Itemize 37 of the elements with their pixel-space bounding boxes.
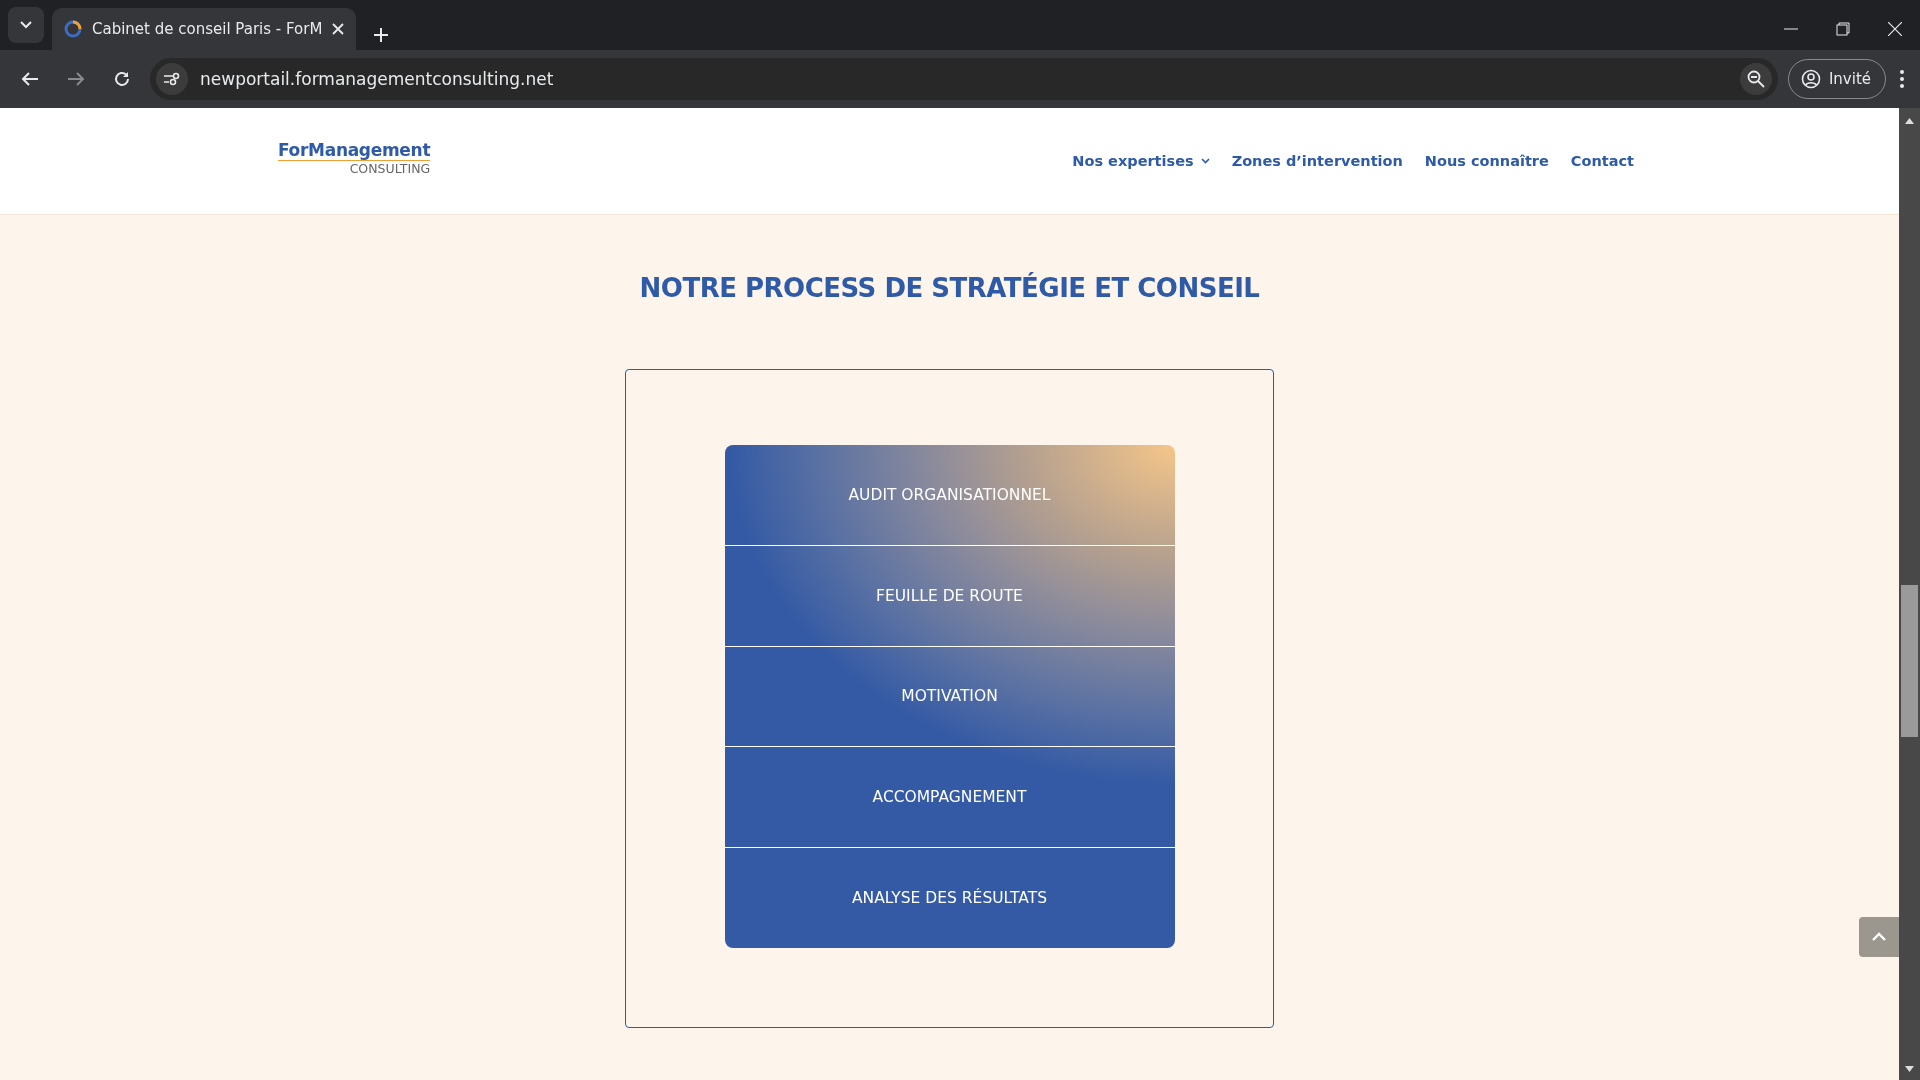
restore-icon[interactable] bbox=[1836, 22, 1850, 36]
person-icon bbox=[1800, 69, 1821, 89]
process-step-label: ACCOMPAGNEMENT bbox=[872, 788, 1027, 807]
logo-tagline: CONSULTING bbox=[349, 161, 431, 176]
address-bar[interactable]: newportail.formanagementconsulting.net bbox=[150, 58, 1778, 100]
menu-icon[interactable] bbox=[1900, 70, 1904, 88]
chevron-up-icon bbox=[1871, 932, 1887, 942]
scroll-top-button[interactable] bbox=[1859, 917, 1899, 957]
nav-link[interactable]: Zones d’intervention bbox=[1231, 153, 1403, 169]
forward-arrow-icon[interactable] bbox=[67, 71, 85, 87]
tab-list-button[interactable] bbox=[8, 7, 44, 43]
nav-link[interactable]: Nos expertises bbox=[1072, 153, 1210, 169]
scrollbar[interactable] bbox=[1899, 108, 1920, 1080]
chevron-down-icon bbox=[1200, 158, 1210, 164]
process-step-label: FEUILLE DE ROUTE bbox=[876, 586, 1023, 605]
back-arrow-icon[interactable] bbox=[21, 71, 39, 87]
nav-link[interactable]: Contact bbox=[1570, 153, 1634, 169]
scroll-down-arrow-icon bbox=[1905, 1066, 1914, 1072]
scroll-up-arrow-icon bbox=[1905, 118, 1914, 124]
tab-title: Cabinet de conseil Paris - ForM bbox=[92, 20, 323, 38]
chevron-down-icon bbox=[20, 21, 32, 29]
nav-link[interactable]: Nous connaître bbox=[1424, 153, 1549, 169]
logo-wordmark[interactable]: ForManagement bbox=[278, 140, 431, 161]
site-settings-icon[interactable] bbox=[163, 72, 181, 86]
new-tab-icon[interactable] bbox=[374, 28, 389, 42]
url-text: newportail.formanagementconsulting.net bbox=[200, 69, 555, 89]
process-step-label: MOTIVATION bbox=[901, 687, 998, 706]
process-step-label: AUDIT ORGANISATIONNEL bbox=[848, 485, 1051, 504]
close-tab-icon[interactable] bbox=[332, 23, 345, 35]
zoom-out-icon[interactable] bbox=[1746, 70, 1765, 88]
process-step-label: ANALYSE DES RÉSULTATS bbox=[851, 889, 1048, 908]
scrollbar-thumb[interactable] bbox=[1901, 585, 1918, 737]
site-favicon-icon bbox=[64, 20, 82, 38]
reload-icon[interactable] bbox=[113, 70, 131, 88]
browser-tab[interactable]: Cabinet de conseil Paris - ForM bbox=[52, 8, 357, 50]
section-heading: NOTRE PROCESS DE STRATÉGIE ET CONSEIL bbox=[639, 273, 1260, 303]
close-window-icon[interactable] bbox=[1888, 22, 1902, 36]
